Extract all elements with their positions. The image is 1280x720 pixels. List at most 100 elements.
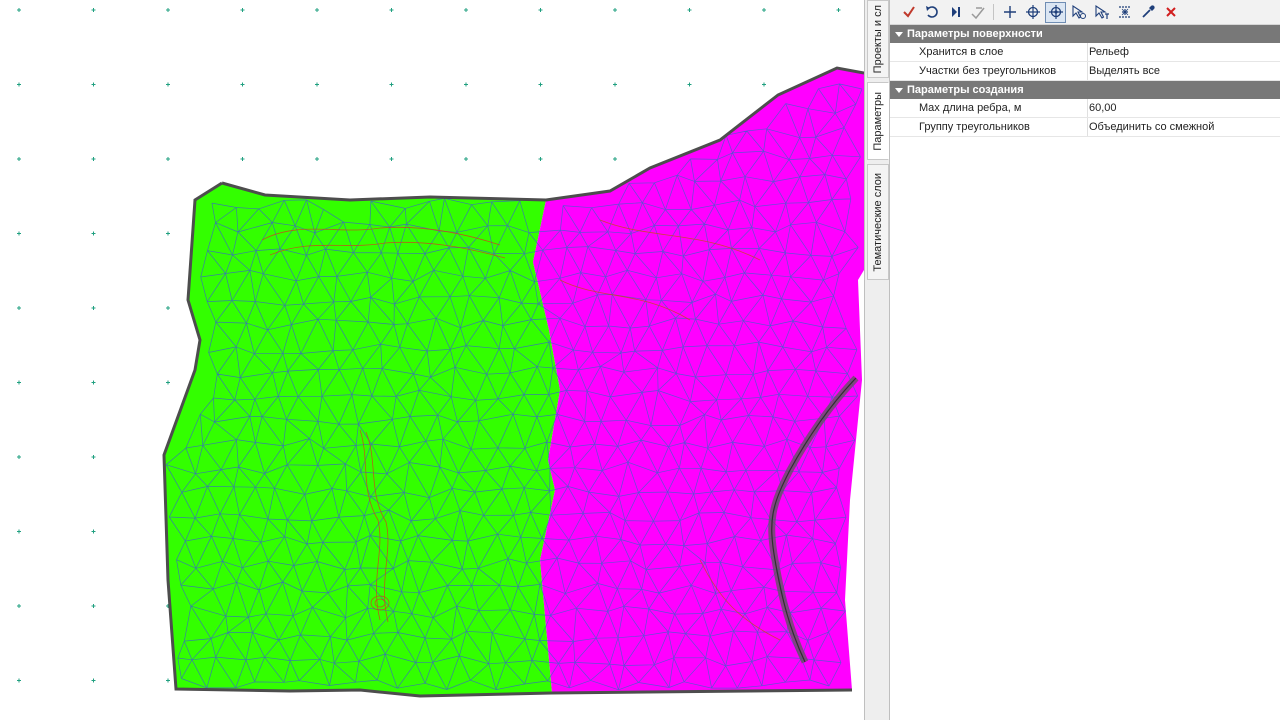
grid-marker [91,157,96,161]
property-value[interactable]: 60,00 [1088,99,1280,117]
apply-check-icon [902,6,915,18]
capture-point-icon [1025,5,1040,19]
step-forward-button[interactable] [944,2,965,23]
undo-icon [925,6,938,18]
snap-point-icon [1048,5,1063,19]
green-region [164,183,560,696]
parameters-panel: Параметры поверхности Хранится в слое Ре… [890,0,1280,720]
grid-marker [17,529,21,534]
grid-marker [91,8,96,12]
map-canvas[interactable] [0,0,864,720]
grid-marker [836,8,841,12]
grid-marker [91,678,96,683]
collapse-triangle-icon[interactable] [895,87,903,93]
grid-marker [240,157,245,161]
grid-marker [240,82,245,87]
property-row[interactable]: Участки без треугольников Выделять все [890,62,1280,81]
property-row[interactable]: Max длина ребра, м 60,00 [890,99,1280,118]
cancel-button[interactable] [1160,2,1181,23]
grid-marker [315,8,319,12]
tab-parameters[interactable]: Параметры [867,82,889,160]
add-point-icon [1003,6,1016,18]
property-name: Участки без треугольников [890,62,1088,80]
property-value[interactable]: Выделять все [1088,62,1280,80]
grid-marker [315,157,319,161]
select-area-button[interactable] [1114,2,1135,23]
grid-marker [17,82,21,87]
select-objects-button[interactable] [1068,2,1089,23]
grid-marker [464,8,468,12]
property-name: Группу треугольников [890,118,1088,136]
eyedropper-icon [1141,5,1155,18]
grid-marker [762,82,766,87]
collapse-triangle-icon[interactable] [895,31,903,37]
side-tab-strip: Проекты и сл Параметры Тематические слои [864,0,890,720]
grid-marker [166,157,170,161]
tab-thematic-layers[interactable]: Тематические слои [867,164,889,280]
snap-point-button[interactable] [1045,1,1066,23]
grid-marker [538,82,543,87]
grid-marker [389,8,394,12]
grid-marker [166,380,170,385]
grid-marker [240,8,245,12]
grid-marker [687,8,692,12]
property-value[interactable]: Объединить со смежной [1088,118,1280,136]
property-value[interactable]: Рельеф [1088,43,1280,61]
step-forward-icon [951,7,960,17]
tab-projects-layers-label: Проекты и сл [872,4,884,74]
select-objects-icon [1071,4,1086,19]
toolbar [890,0,1280,25]
grid-marker [91,455,96,459]
grid-marker [17,8,21,12]
grid-marker [315,82,319,87]
grid-marker [613,8,617,12]
property-row[interactable]: Группу треугольников Объединить со смежн… [890,118,1280,137]
apply-check-button[interactable] [898,2,919,23]
grid-marker [166,8,170,12]
grid-marker [166,678,170,683]
surface-drawing [17,8,864,698]
undo-button[interactable] [921,2,942,23]
section-creation-params: Параметры создания Max длина ребра, м 60… [890,81,1280,137]
property-name: Max длина ребра, м [890,99,1088,117]
eyedropper-button[interactable] [1137,2,1158,23]
section-header[interactable]: Параметры поверхности [890,25,1280,43]
grid-marker [389,157,394,161]
grid-marker [538,157,543,161]
grid-marker [613,157,617,161]
property-row[interactable]: Хранится в слое Рельеф [890,43,1280,62]
grid-marker [91,380,96,385]
grid-marker [538,8,543,12]
tab-parameters-label: Параметры [872,91,884,151]
property-name: Хранится в слое [890,43,1088,61]
grid-marker [17,380,21,385]
tab-thematic-layers-label: Тематические слои [872,172,884,272]
grid-marker [17,604,21,608]
grid-marker [91,231,96,236]
select-text-button[interactable] [1091,2,1112,23]
grid-marker [17,157,21,161]
grid-marker [17,306,21,310]
grid-marker [464,157,468,161]
grid-marker [91,306,96,310]
section-header[interactable]: Параметры создания [890,81,1280,99]
grid-marker [17,455,21,459]
section-title: Параметры поверхности [907,28,1043,40]
grid-marker [762,8,766,12]
select-area-icon [1118,6,1131,18]
grid-marker [91,82,96,87]
grid-marker [17,678,21,683]
grid-marker [166,231,170,236]
capture-point-button[interactable] [1022,2,1043,23]
grid-marker [613,82,617,87]
edge-edit-button[interactable] [967,2,988,23]
grid-marker [17,231,21,236]
grid-marker [389,82,394,87]
section-surface-params: Параметры поверхности Хранится в слое Ре… [890,25,1280,81]
grid-marker [687,82,692,87]
grid-marker [91,529,96,534]
add-point-button[interactable] [999,2,1020,23]
grid-marker [166,82,170,87]
grid-marker [91,604,96,608]
tab-projects-layers[interactable]: Проекты и сл [867,0,889,78]
